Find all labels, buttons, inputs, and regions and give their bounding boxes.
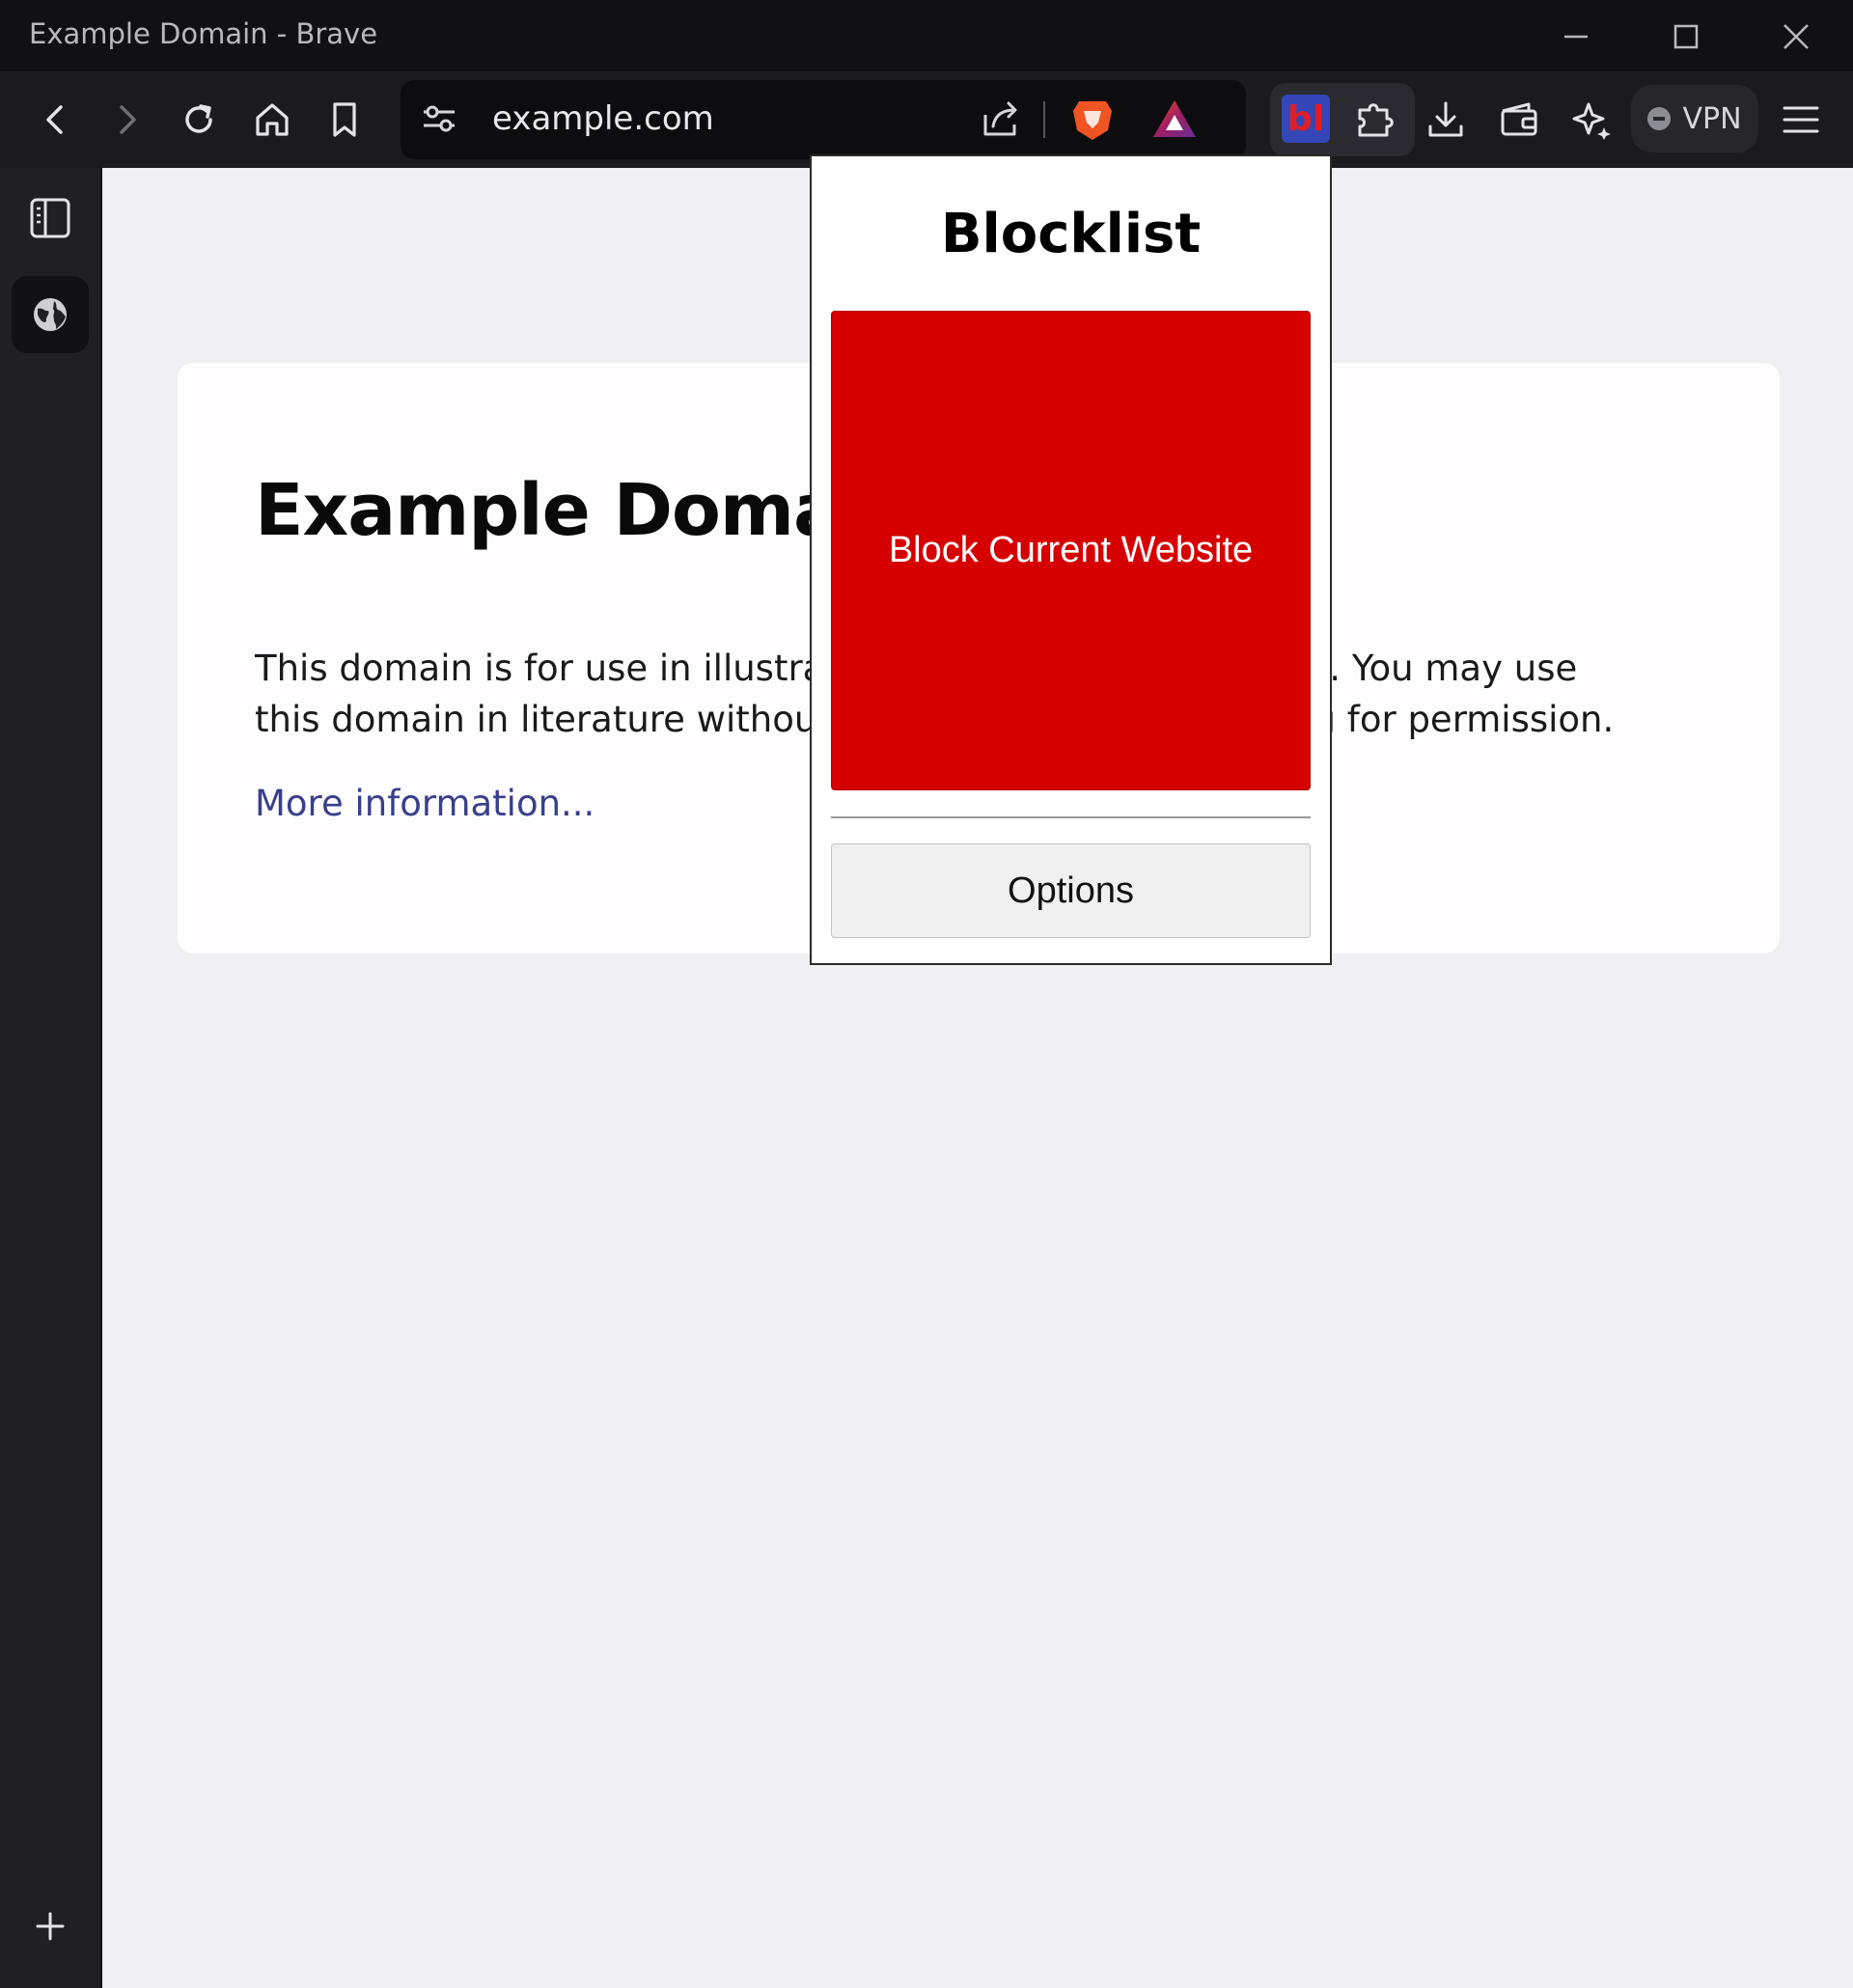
globe-icon xyxy=(34,298,67,331)
hamburger-icon xyxy=(1783,106,1819,133)
toolbar: example.com bl VPN xyxy=(0,71,1853,168)
block-current-website-button[interactable]: Block Current Website xyxy=(831,311,1311,790)
close-icon xyxy=(1784,24,1809,49)
maximize-button[interactable] xyxy=(1638,10,1734,64)
title-bar: Example Domain - Brave xyxy=(0,0,1853,71)
brave-lion-icon xyxy=(1073,101,1112,140)
puzzle-icon xyxy=(1358,103,1394,137)
bookmark-icon xyxy=(333,102,356,137)
blocklist-popup: Blocklist Block Current Website Options xyxy=(810,154,1332,965)
home-icon xyxy=(256,103,289,136)
address-bar[interactable]: example.com xyxy=(401,80,1246,159)
browser-window: Example Domain - Brave example.com bl VP… xyxy=(0,0,1853,1988)
wallet-button[interactable] xyxy=(1492,93,1546,147)
sparkle-icon xyxy=(1572,102,1611,140)
download-icon xyxy=(1428,101,1463,137)
vpn-label: VPN xyxy=(1682,101,1742,136)
extensions-button[interactable] xyxy=(1348,93,1402,147)
close-window-button[interactable] xyxy=(1748,10,1844,64)
reload-button[interactable] xyxy=(172,93,226,147)
options-button[interactable]: Options xyxy=(831,843,1311,938)
home-button[interactable] xyxy=(245,93,299,147)
popup-title: Blocklist xyxy=(940,203,1202,265)
triangle-icon xyxy=(1153,100,1196,137)
bookmark-button[interactable] xyxy=(318,93,372,147)
sliders-icon xyxy=(424,105,455,132)
minimize-button[interactable] xyxy=(1528,10,1624,64)
popup-divider xyxy=(831,816,1311,818)
sidebar xyxy=(0,168,102,1988)
back-button[interactable] xyxy=(29,93,83,147)
plus-icon xyxy=(36,1912,65,1941)
minimize-icon xyxy=(1564,35,1588,39)
urlbar-divider xyxy=(1043,101,1045,138)
vpn-button[interactable]: VPN xyxy=(1631,85,1758,152)
menu-button[interactable] xyxy=(1774,93,1828,147)
sidebar-item-site[interactable] xyxy=(12,276,89,353)
leo-ai-button[interactable] xyxy=(1564,93,1618,147)
reload-icon xyxy=(185,104,212,133)
arrow-right-icon xyxy=(120,105,136,134)
brave-rewards-button[interactable] xyxy=(1151,97,1198,144)
site-settings-button[interactable] xyxy=(420,99,458,142)
vpn-status-icon xyxy=(1647,107,1672,130)
url-text[interactable]: example.com xyxy=(492,99,714,138)
arrow-left-icon xyxy=(46,105,63,134)
sidebar-toggle-button[interactable] xyxy=(12,179,89,257)
share-icon xyxy=(983,101,1017,136)
sidebar-panel-icon xyxy=(30,198,70,238)
forward-button[interactable] xyxy=(99,93,153,147)
sidebar-add-button[interactable] xyxy=(12,1888,89,1965)
brave-shields-button[interactable] xyxy=(1069,96,1116,148)
more-information-link[interactable]: More information... xyxy=(255,783,595,824)
share-button[interactable] xyxy=(980,97,1022,144)
window-title: Example Domain - Brave xyxy=(29,17,378,50)
blocklist-extension-button[interactable]: bl xyxy=(1282,95,1330,143)
maximize-icon xyxy=(1673,24,1699,49)
wallet-icon xyxy=(1501,102,1537,136)
downloads-button[interactable] xyxy=(1419,93,1473,147)
